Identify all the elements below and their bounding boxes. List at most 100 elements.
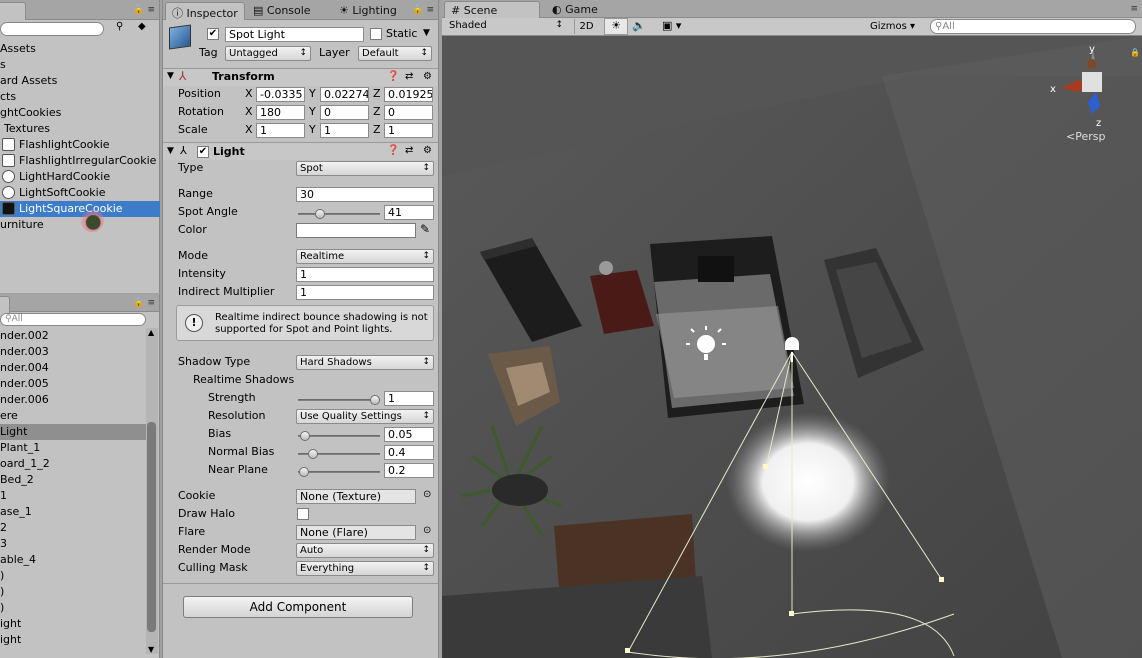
active-checkbox[interactable]: ✔ xyxy=(207,28,219,40)
hierarchy-item[interactable]: ere xyxy=(0,408,146,424)
project-item[interactable]: ghtCookies xyxy=(0,105,160,121)
strength-slider[interactable] xyxy=(298,395,380,405)
project-item[interactable]: cts xyxy=(0,89,160,105)
mode-dropdown[interactable]: Realtime xyxy=(296,249,434,264)
bias-slider-knob[interactable] xyxy=(300,431,310,441)
lighting-toggle-icon[interactable]: ☀ xyxy=(604,18,628,35)
foldout-icon[interactable]: ▼ xyxy=(167,71,174,81)
audio-toggle-icon[interactable]: 🔈 xyxy=(632,19,646,32)
static-checkbox[interactable] xyxy=(370,28,382,40)
project-item[interactable]: s xyxy=(0,57,160,73)
scroll-down-icon[interactable]: ▼ xyxy=(148,645,154,654)
persp-label[interactable]: <Persp xyxy=(1066,130,1105,143)
bias-field[interactable]: 0.05 xyxy=(384,427,434,442)
settings-gear-icon[interactable]: ⚙ xyxy=(423,71,432,82)
spot-angle-slider-knob[interactable] xyxy=(315,209,325,219)
spot-angle-slider[interactable] xyxy=(298,209,380,219)
bias-slider[interactable] xyxy=(298,431,380,441)
hierarchy-item[interactable]: nder.006 xyxy=(0,392,146,408)
hierarchy-item[interactable]: nder.003 xyxy=(0,344,146,360)
position-y-field[interactable]: 0.02274 xyxy=(320,87,369,102)
hierarchy-item[interactable]: nder.002 xyxy=(0,328,146,344)
color-swatch[interactable] xyxy=(296,223,416,238)
hierarchy-item[interactable]: oard_1_2 xyxy=(0,456,146,472)
hierarchy-item[interactable]: 1 xyxy=(0,488,146,504)
hierarchy-item[interactable]: Bed_2 xyxy=(0,472,146,488)
tab-game[interactable]: ◐ Game xyxy=(546,1,604,19)
light-enabled-checkbox[interactable]: ✔ xyxy=(197,146,209,158)
scale-x-field[interactable]: 1 xyxy=(256,123,305,138)
transform-header[interactable]: ▼ ⅄ Transform ❓ ⇄ ⚙ xyxy=(163,68,438,86)
static-dropdown-icon[interactable]: ▼ xyxy=(423,28,430,38)
near-plane-field[interactable]: 0.2 xyxy=(384,463,434,478)
filter-type-icon[interactable]: ⚲ xyxy=(116,21,123,32)
hierarchy-item[interactable]: ) xyxy=(0,600,146,616)
hierarchy-item[interactable]: ) xyxy=(0,584,146,600)
eyedropper-icon[interactable]: ✎ xyxy=(420,222,430,236)
scene-lock-icon[interactable]: ≡ xyxy=(1130,4,1138,14)
resolution-dropdown[interactable]: Use Quality Settings xyxy=(296,409,434,424)
light-foldout-icon[interactable]: ▼ xyxy=(167,146,174,156)
tab-scene[interactable]: # Scene xyxy=(444,1,540,19)
effects-dropdown-icon[interactable]: ▣ ▾ xyxy=(662,19,681,32)
orientation-gizmo[interactable]: y x z <Persp 🔒 xyxy=(1048,44,1142,144)
normal-bias-field[interactable]: 0.4 xyxy=(384,445,434,460)
tag-dropdown[interactable]: Untagged xyxy=(225,46,311,61)
hierarchy-item[interactable]: Light xyxy=(0,424,146,440)
near-plane-slider[interactable] xyxy=(298,467,380,477)
scene-search-input[interactable]: ⚲All xyxy=(930,19,1136,34)
near-plane-slider-knob[interactable] xyxy=(299,467,309,477)
tab-inspector[interactable]: ⓘ Inspector xyxy=(165,2,245,20)
intensity-field[interactable]: 1 xyxy=(296,267,434,282)
hierarchy-scrollbar[interactable]: ▲ ▼ xyxy=(146,328,158,654)
hierarchy-item[interactable]: able_4 xyxy=(0,552,146,568)
position-z-field[interactable]: 0.01925 xyxy=(384,87,433,102)
render-mode-dropdown[interactable]: Auto xyxy=(296,543,434,558)
culling-mask-dropdown[interactable]: Everything xyxy=(296,561,434,576)
hierarchy-item[interactable]: ight xyxy=(0,632,146,648)
project-item[interactable]: Textures xyxy=(0,121,160,137)
normal-bias-slider-knob[interactable] xyxy=(308,449,318,459)
cookie-picker-icon[interactable]: ⊙ xyxy=(423,489,431,500)
gizmo-lock-icon[interactable]: 🔒 xyxy=(1130,48,1140,57)
preset-icon[interactable]: ⇄ xyxy=(405,71,413,82)
scale-z-field[interactable]: 1 xyxy=(384,123,433,138)
strength-slider-knob[interactable] xyxy=(370,395,380,405)
hierarchy-item[interactable]: nder.004 xyxy=(0,360,146,376)
position-x-field[interactable]: -0.0335 xyxy=(256,87,305,102)
lock-icon[interactable]: 🔒 ≡ xyxy=(133,5,155,15)
object-name-field[interactable]: Spot Light xyxy=(225,27,364,42)
hierarchy-item[interactable]: ight xyxy=(0,616,146,632)
hierarchy-item[interactable]: 3 xyxy=(0,536,146,552)
rotation-y-field[interactable]: 0 xyxy=(320,105,369,120)
indirect-multiplier-field[interactable]: 1 xyxy=(296,285,434,300)
type-dropdown[interactable]: Spot xyxy=(296,161,434,176)
hierarchy-item[interactable]: ) xyxy=(0,568,146,584)
light-header[interactable]: ▼ ⅄ ✔ Light ❓ ⇄ ⚙ xyxy=(163,142,438,160)
cookie-field[interactable]: None (Texture) xyxy=(296,489,416,504)
scrollbar-thumb[interactable] xyxy=(147,422,156,632)
flare-field[interactable]: None (Flare) xyxy=(296,525,416,540)
scene-view[interactable]: # Scene ◐ Game ≡ Shaded 2D ☀ 🔈 ▣ ▾ Gizmo… xyxy=(442,0,1142,658)
normal-bias-slider[interactable] xyxy=(298,449,380,459)
rotation-z-field[interactable]: 0 xyxy=(384,105,433,120)
project-search-input[interactable] xyxy=(0,22,104,36)
hierarchy-lock-icon[interactable]: 🔒 ≡ xyxy=(133,298,155,308)
filter-label-icon[interactable]: ◆ xyxy=(138,21,146,32)
project-item[interactable]: FlashlightIrregularCookie xyxy=(0,153,160,169)
hierarchy-item[interactable]: Plant_1 xyxy=(0,440,146,456)
project-item[interactable]: LightHardCookie xyxy=(0,169,160,185)
tab-lighting[interactable]: ☀ Lighting xyxy=(333,2,403,20)
shadow-type-dropdown[interactable]: Hard Shadows xyxy=(296,355,434,370)
draw-halo-checkbox[interactable] xyxy=(297,508,309,520)
light-preset-icon[interactable]: ⇄ xyxy=(405,145,413,156)
spot-angle-field[interactable]: 41 xyxy=(384,205,434,220)
hierarchy-item[interactable]: nder.005 xyxy=(0,376,146,392)
orientation-gizmo-arrows[interactable] xyxy=(1048,44,1142,144)
flare-picker-icon[interactable]: ⊙ xyxy=(423,525,431,536)
hierarchy-item[interactable]: ase_1 xyxy=(0,504,146,520)
gizmos-dropdown[interactable]: Gizmos ▾ xyxy=(870,19,915,34)
light-help-icon[interactable]: ❓ xyxy=(387,145,399,156)
tab-hierarchy[interactable] xyxy=(0,296,10,314)
rotation-x-field[interactable]: 180 xyxy=(256,105,305,120)
